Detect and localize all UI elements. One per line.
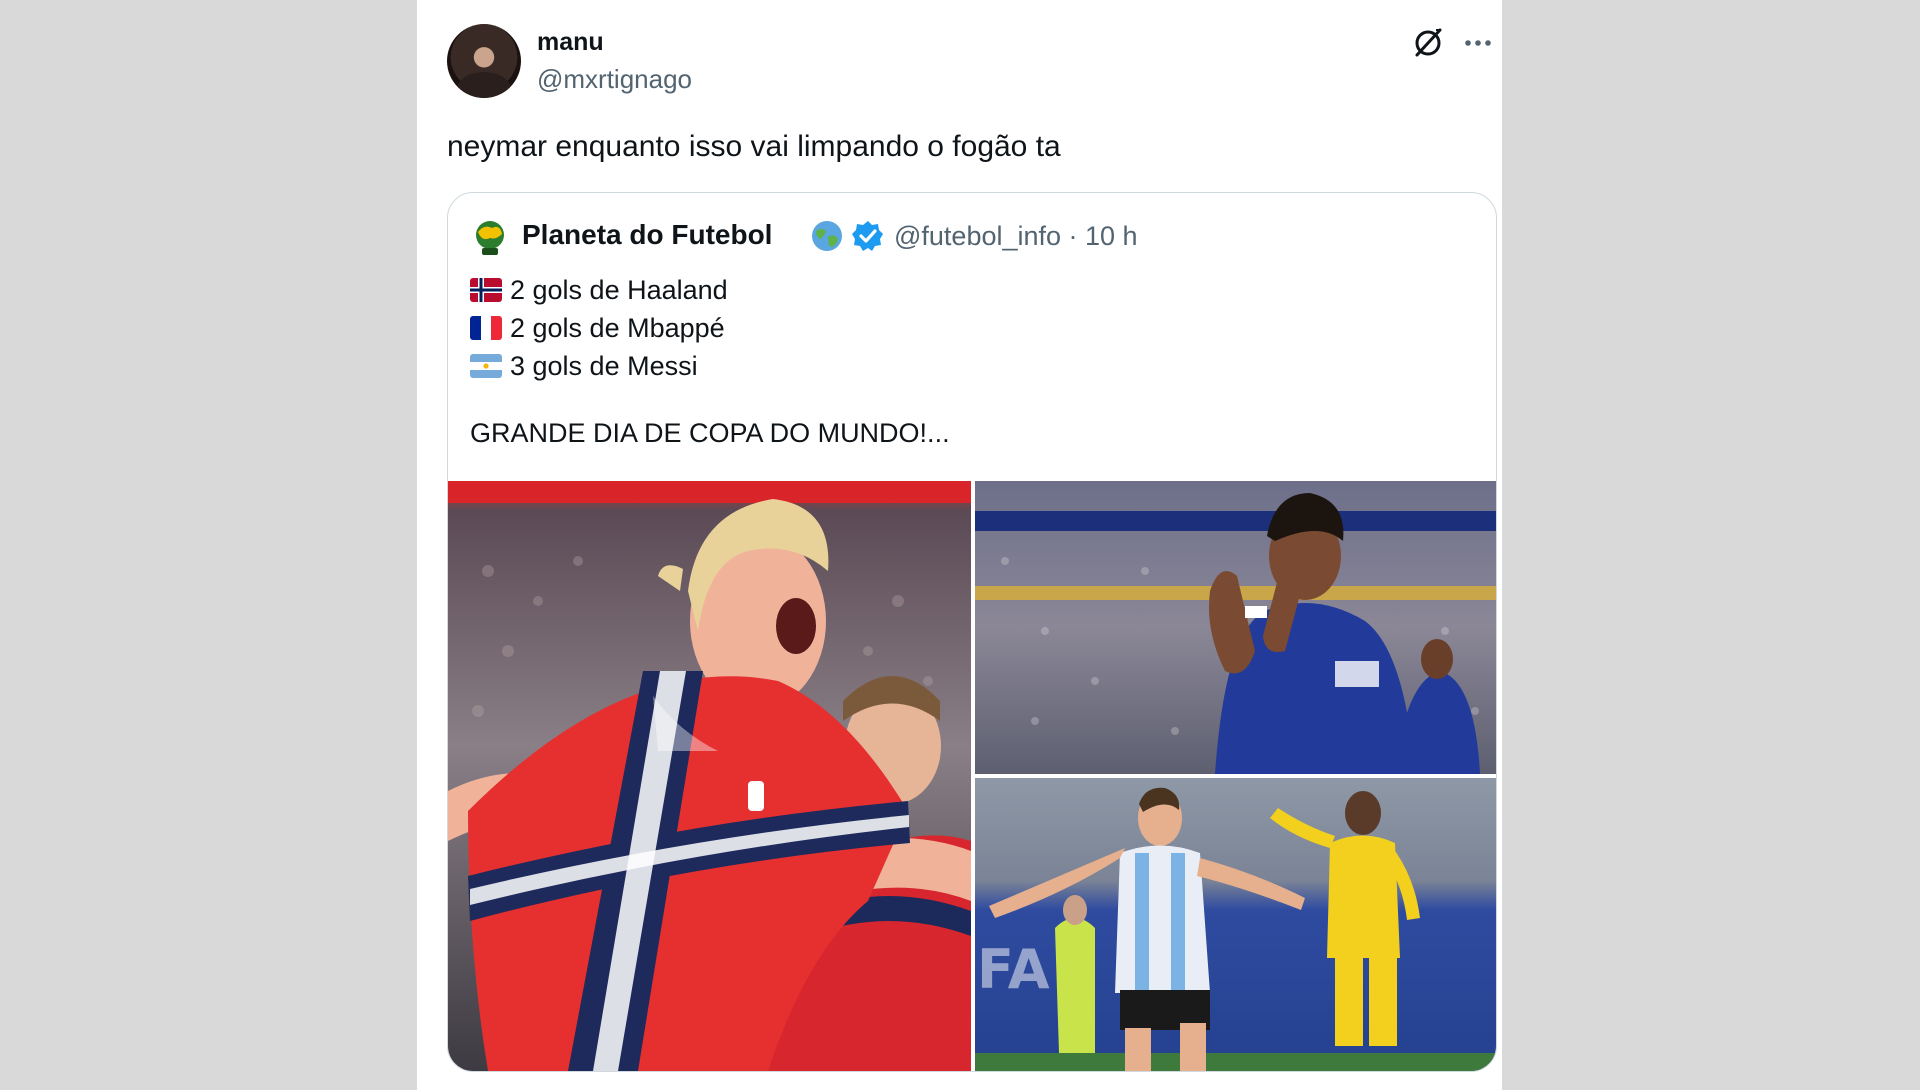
tweet-card[interactable]: manu @mxrtignago neymar enquanto isso va… [417,0,1502,1090]
quoted-line-text: 3 gols de Messi [510,350,698,381]
quoted-line-text: 2 gols de Haaland [510,274,728,305]
author-avatar[interactable] [447,24,521,98]
quoted-line: 3 gols de Messi [470,347,728,385]
quoted-author-name[interactable]: Planeta do Futebol [522,219,772,251]
quoted-headline: GRANDE DIA DE COPA DO MUNDO!... [470,418,950,448]
globe-emoji-icon [810,219,844,253]
quoted-handle-time[interactable]: @futebol_info · 10 h [894,221,1138,252]
quoted-line-text: 2 gols de Mbappé [510,312,725,343]
media-grid: FA [448,481,1496,1071]
france-flag-icon [470,316,502,340]
norway-flag-icon [470,278,502,302]
quoted-line: 2 gols de Mbappé [470,309,728,347]
messi-photo[interactable]: FA [975,778,1496,1071]
quoted-text-lines: 2 gols de Haaland 2 gols de Mbappé 3 gol… [470,271,728,385]
mbappe-photo[interactable] [975,481,1496,774]
quoted-line: 2 gols de Haaland [470,271,728,309]
grok-icon[interactable] [1409,24,1447,62]
author-handle[interactable]: @mxrtignago [537,64,692,95]
tweet-text: neymar enquanto isso vai limpando o fogã… [447,130,1061,163]
author-name[interactable]: manu [537,28,604,57]
svg-text:FA: FA [977,938,1050,1001]
argentina-flag-icon [470,354,502,378]
verified-badge-icon [851,219,885,253]
haaland-photo[interactable] [448,481,971,1071]
quoted-author-avatar[interactable] [470,218,510,258]
more-options-icon[interactable] [1461,26,1495,60]
quoted-tweet[interactable]: Planeta do Futebol @futebol_info · 10 h [447,192,1497,1072]
